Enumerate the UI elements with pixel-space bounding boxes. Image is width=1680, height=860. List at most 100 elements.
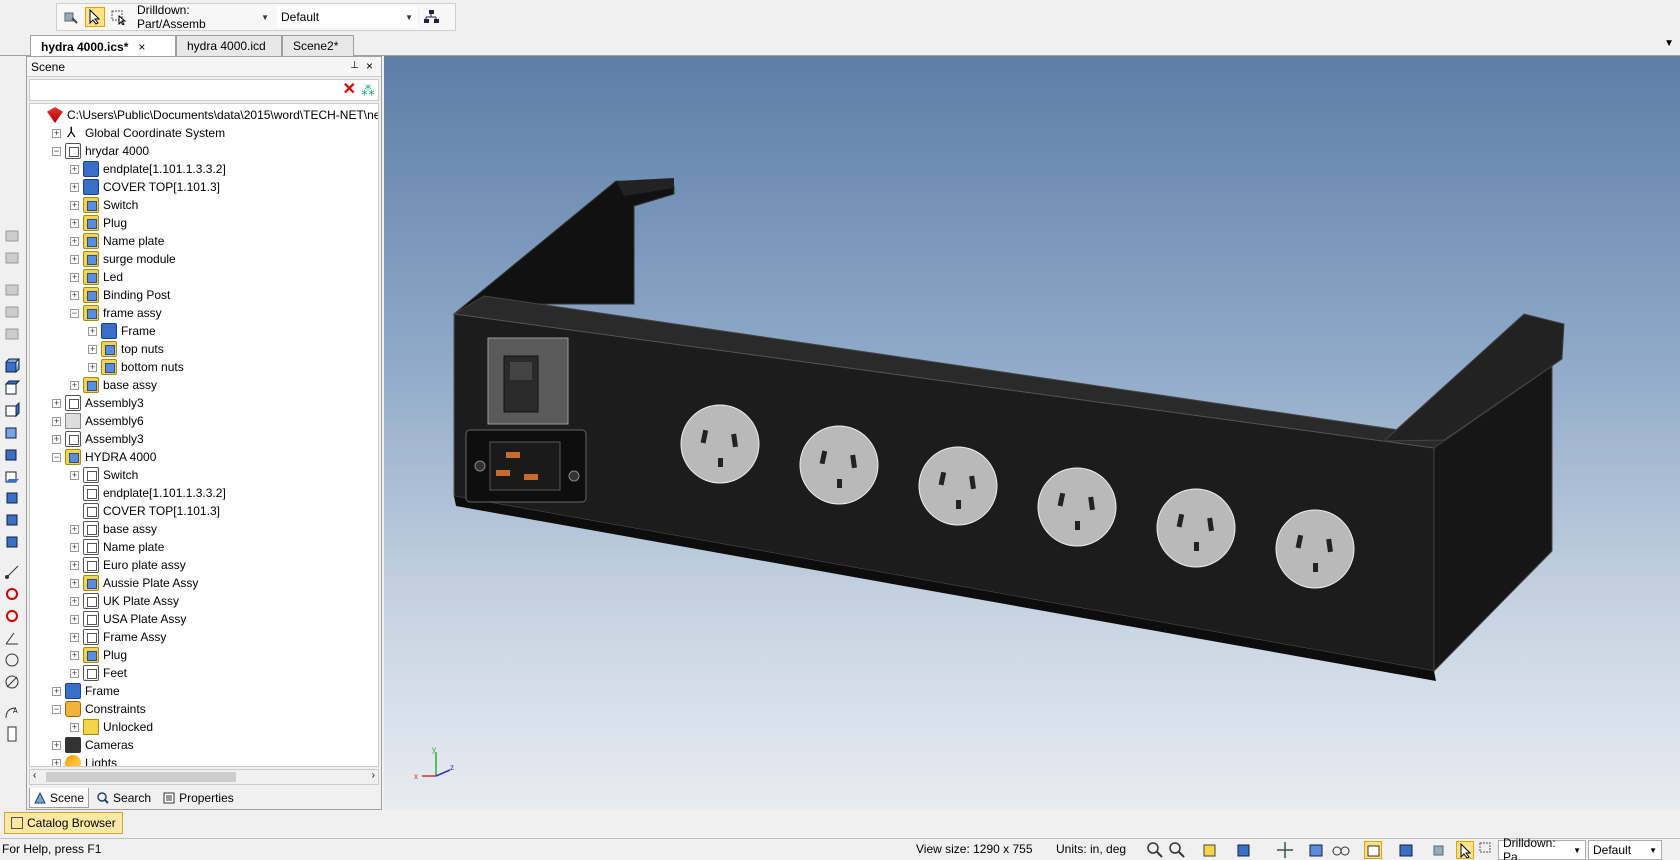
tree-item[interactable]: − Constraints xyxy=(52,700,146,718)
tree-expander-icon[interactable]: + xyxy=(70,200,79,210)
cube-iso-icon[interactable] xyxy=(4,424,20,440)
annotation-icon[interactable]: A xyxy=(4,704,20,720)
select-region-icon[interactable] xyxy=(1478,841,1496,859)
panel-tab-properties[interactable]: Properties xyxy=(159,788,238,808)
tree-item[interactable]: + Lights xyxy=(52,754,117,766)
tree-item[interactable]: + Plug xyxy=(70,214,127,232)
zoom-window-icon[interactable] xyxy=(1168,841,1186,859)
tree-item[interactable]: C:\Users\Public\Documents\data\2015\word… xyxy=(34,106,378,124)
tree-expander-icon[interactable]: − xyxy=(52,452,61,462)
diameter-icon[interactable] xyxy=(4,674,20,690)
dimension-icon[interactable] xyxy=(4,726,20,742)
tree-item[interactable]: + Frame xyxy=(88,322,156,340)
tree-item[interactable]: + Name plate xyxy=(70,538,164,556)
tree-expander-icon[interactable]: + xyxy=(52,740,61,750)
cube-back-icon[interactable] xyxy=(4,490,20,506)
drilldown-assembly-icon[interactable] xyxy=(61,7,81,27)
filter-icon[interactable]: ⁂ xyxy=(361,82,375,99)
tree-item[interactable]: + Led xyxy=(70,268,123,286)
tree-expander-icon[interactable]: + xyxy=(52,434,61,444)
tree-expander-icon[interactable]: + xyxy=(70,722,79,732)
style-combo[interactable]: Default ▼ xyxy=(277,6,417,28)
tree-expander-icon[interactable]: + xyxy=(88,344,97,354)
view-icon[interactable] xyxy=(4,250,20,266)
tree-expander-icon[interactable]: + xyxy=(70,632,79,642)
tree-item[interactable]: + endplate[1.101.1.3.3.2] xyxy=(70,160,226,178)
tree-expander-icon[interactable]: + xyxy=(70,668,79,678)
tree-expander-icon[interactable]: − xyxy=(52,146,61,156)
tab-hydra-icd[interactable]: hydra 4000.icd xyxy=(176,35,282,56)
panel-tab-search[interactable]: Search xyxy=(93,788,155,808)
tree-item[interactable]: + Assembly3 xyxy=(52,394,144,412)
tree-item[interactable]: − HYDRA 4000 xyxy=(52,448,156,466)
tree-item[interactable]: + Global Coordinate System xyxy=(52,124,225,142)
close-icon[interactable]: × xyxy=(366,59,373,73)
measure-icon[interactable] xyxy=(4,564,20,580)
tree-expander-icon[interactable]: + xyxy=(52,128,61,138)
cube-top-icon[interactable] xyxy=(4,380,20,396)
3d-viewport[interactable]: y z x xyxy=(384,56,1680,810)
status-drilldown-combo[interactable]: Drilldown: Pa ▼ xyxy=(1498,836,1586,860)
glasses-icon[interactable] xyxy=(1332,841,1350,859)
tree-expander-icon[interactable]: + xyxy=(70,470,79,480)
tree-item[interactable]: + Frame xyxy=(52,682,120,700)
tree-expander-icon[interactable]: + xyxy=(88,326,97,336)
tree-item[interactable]: COVER TOP[1.101.3] xyxy=(70,502,220,520)
tree-item[interactable]: + Euro plate assy xyxy=(70,556,186,574)
tree-expander-icon[interactable]: + xyxy=(70,614,79,624)
scene-filter-input[interactable]: ✕ ⁂ xyxy=(29,79,379,101)
tree-horizontal-scrollbar[interactable]: ‹ › xyxy=(29,769,379,785)
view-icon[interactable] xyxy=(4,326,20,342)
part-icon[interactable] xyxy=(1398,841,1416,859)
cube-left-icon[interactable] xyxy=(4,446,20,462)
drilldown-icon[interactable] xyxy=(1432,841,1450,859)
tree-item[interactable]: + base assy xyxy=(70,376,157,394)
view-icon[interactable] xyxy=(4,304,20,320)
tree-item[interactable]: endplate[1.101.1.3.3.2] xyxy=(70,484,226,502)
tree-expander-icon[interactable]: + xyxy=(52,686,61,696)
tree-expander-icon[interactable]: + xyxy=(52,398,61,408)
close-icon[interactable]: × xyxy=(138,40,145,54)
tree-expander-icon[interactable]: + xyxy=(70,272,79,282)
tree-item[interactable]: + COVER TOP[1.101.3] xyxy=(70,178,220,196)
clear-filter-icon[interactable]: ✕ xyxy=(343,81,356,99)
tree-item[interactable]: + Plug xyxy=(70,646,127,664)
tree-item[interactable]: + Assembly3 xyxy=(52,430,144,448)
render-mode-icon[interactable] xyxy=(1202,841,1220,859)
tree-item[interactable]: + USA Plate Assy xyxy=(70,610,186,628)
tree-item[interactable]: + Binding Post xyxy=(70,286,170,304)
tree-expander-icon[interactable]: + xyxy=(52,416,61,426)
view-icon[interactable] xyxy=(4,228,20,244)
cube-bottom-icon[interactable] xyxy=(4,468,20,484)
tree-expander-icon[interactable]: + xyxy=(70,596,79,606)
cube-view-icon[interactable] xyxy=(4,534,20,550)
tree-expander-icon[interactable]: + xyxy=(70,650,79,660)
tree-expander-icon[interactable]: + xyxy=(70,290,79,300)
angle-icon[interactable] xyxy=(4,630,20,646)
tree-expander-icon[interactable]: + xyxy=(70,380,79,390)
tree-expander-icon[interactable]: + xyxy=(70,578,79,588)
tree-expander-icon[interactable]: − xyxy=(52,704,61,714)
tree-expander-icon[interactable]: + xyxy=(70,524,79,534)
tree-item[interactable]: + Switch xyxy=(70,196,138,214)
tree-item[interactable]: + UK Plate Assy xyxy=(70,592,179,610)
power-board-model[interactable] xyxy=(384,56,1680,810)
view-icon[interactable] xyxy=(4,282,20,298)
camera-view-icon[interactable] xyxy=(4,586,20,602)
tree-expander-icon[interactable]: + xyxy=(70,164,79,174)
shading-icon[interactable] xyxy=(1308,841,1326,859)
move-icon[interactable] xyxy=(1276,841,1294,859)
pin-icon[interactable]: ⊥ xyxy=(350,60,359,71)
cube-right-icon[interactable] xyxy=(4,402,20,418)
tree-item[interactable]: − frame assy xyxy=(70,304,162,322)
view-mode-icon[interactable] xyxy=(1364,841,1382,859)
tree-expander-icon[interactable]: + xyxy=(52,758,61,766)
cube-view-icon[interactable] xyxy=(4,512,20,528)
tree-expander-icon[interactable]: − xyxy=(70,308,79,318)
zoom-icon[interactable] xyxy=(1146,841,1164,859)
tab-list-dropdown-icon[interactable]: ▼ xyxy=(1664,38,1674,49)
section-icon[interactable] xyxy=(4,608,20,624)
tree-item[interactable]: + Assembly6 xyxy=(52,412,144,430)
tree-item[interactable]: − hrydar 4000 xyxy=(52,142,149,160)
tab-scene2[interactable]: Scene2* xyxy=(282,35,354,56)
